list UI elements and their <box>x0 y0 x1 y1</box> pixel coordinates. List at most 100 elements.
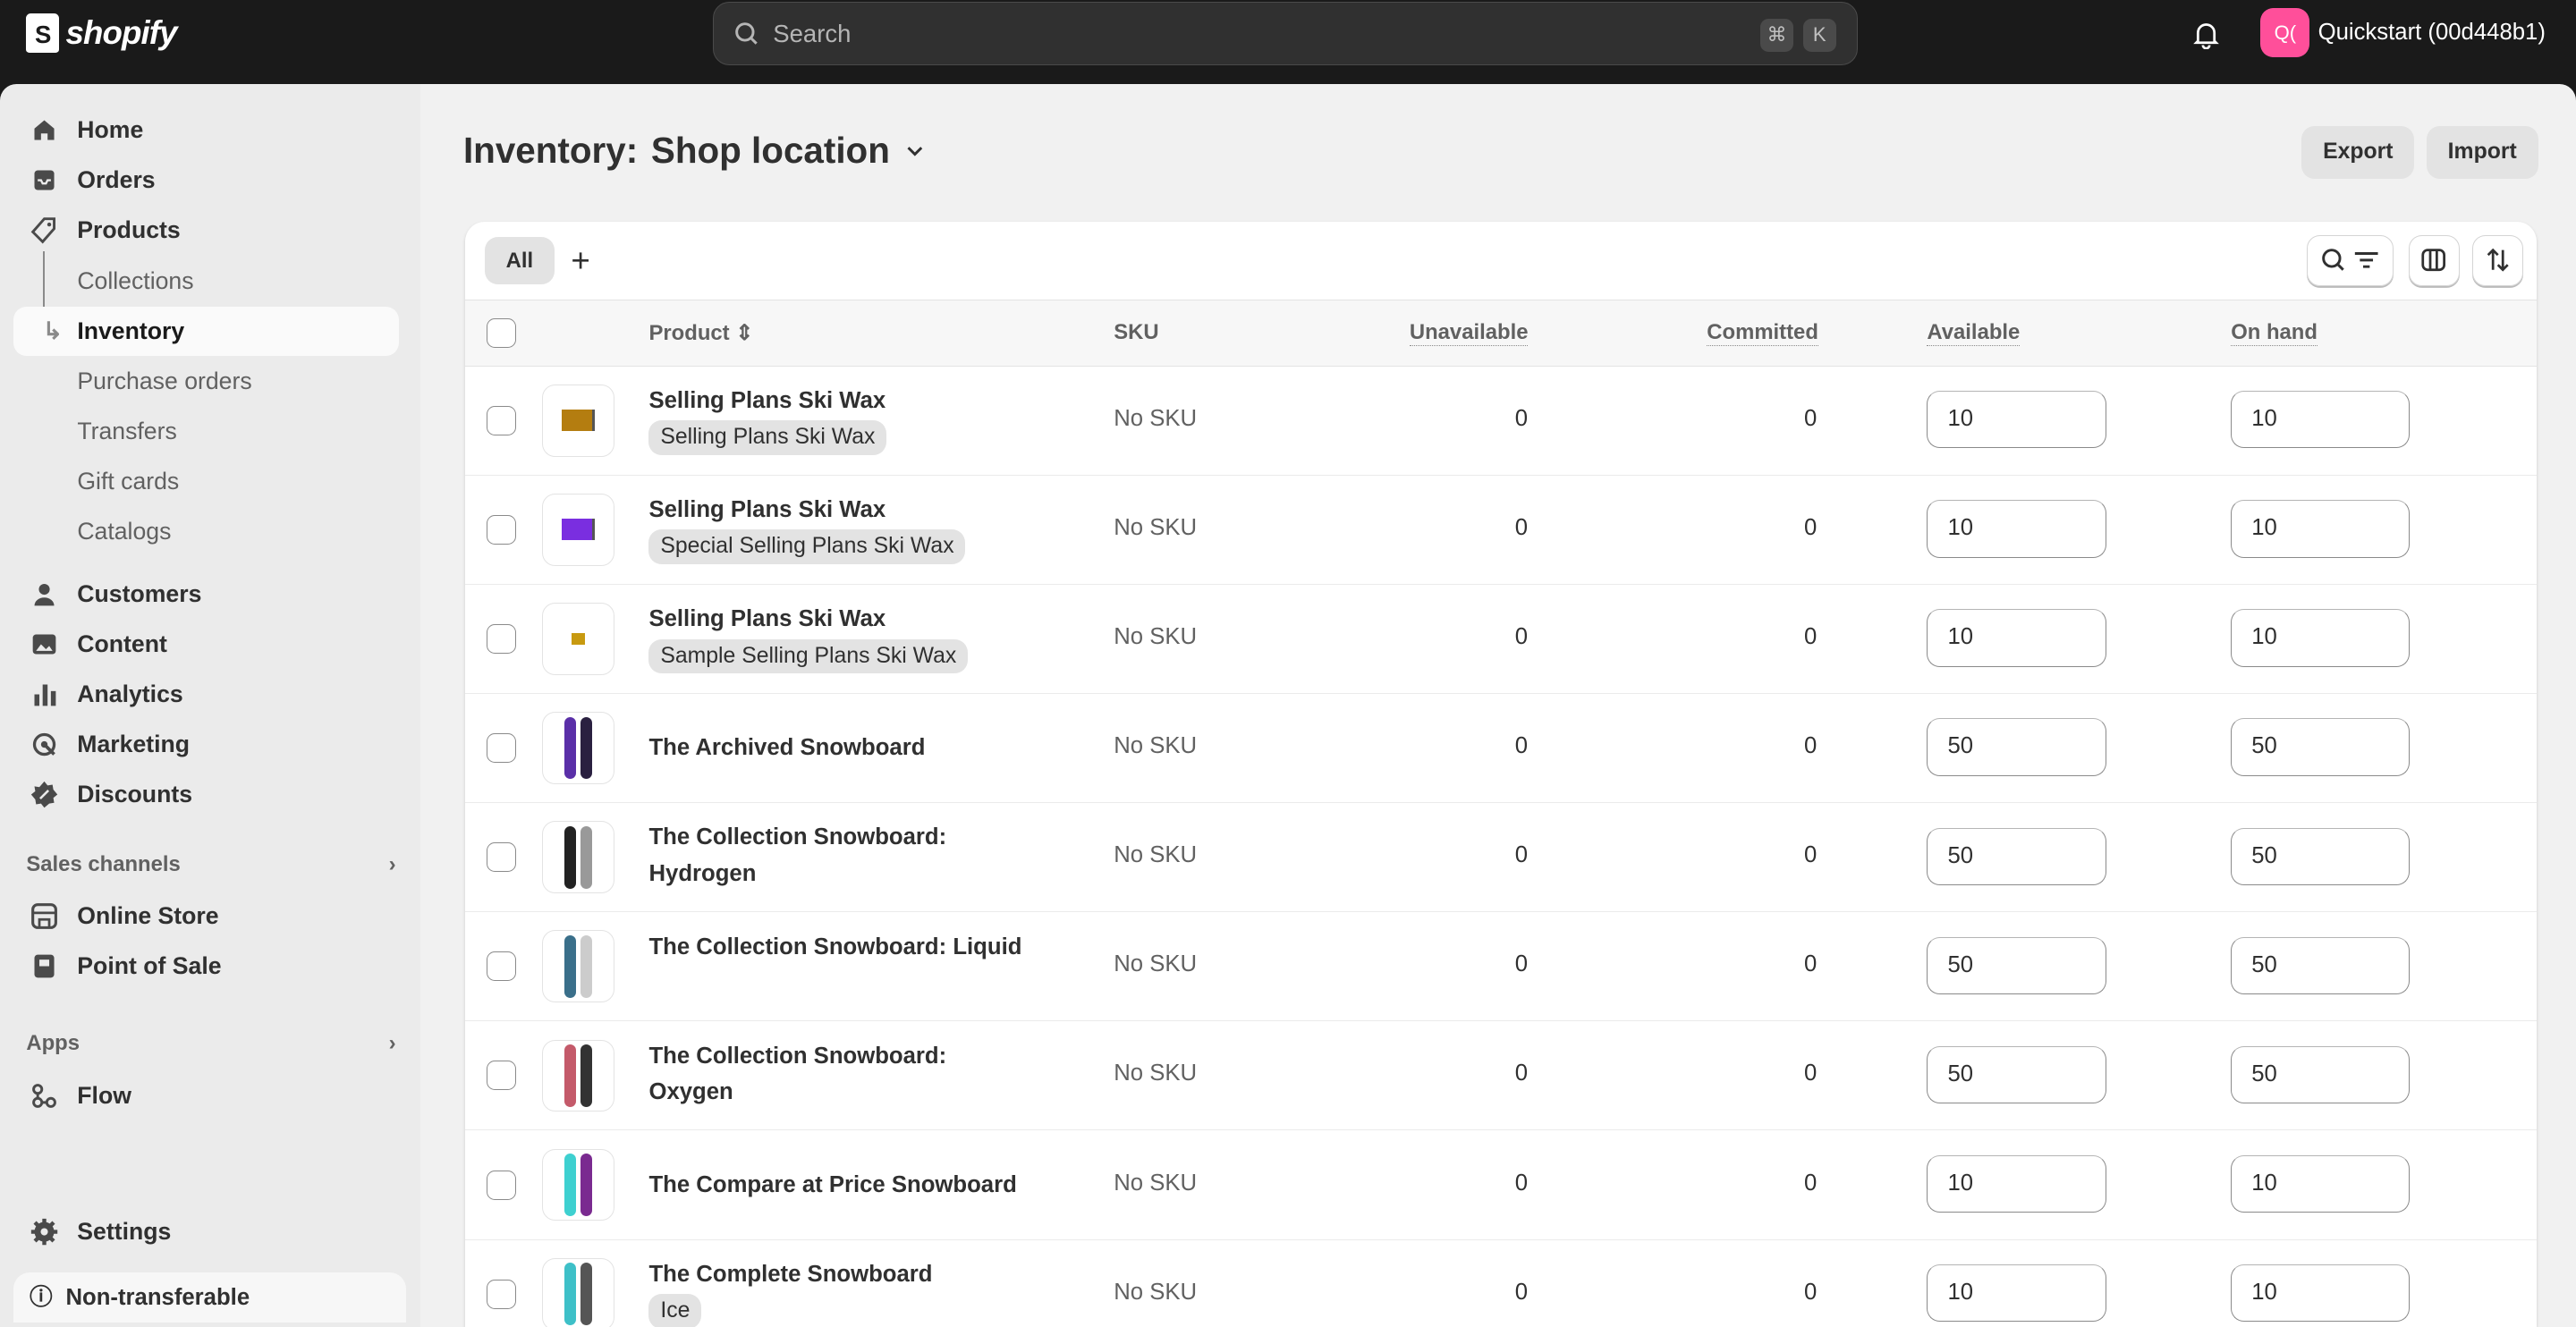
row-checkbox[interactable] <box>486 1170 516 1200</box>
available-input[interactable]: 10 <box>1927 609 2106 667</box>
row-checkbox[interactable] <box>486 733 516 764</box>
product-thumbnail <box>542 384 614 457</box>
product-name[interactable]: The Complete Snowboard Ice <box>648 1256 1026 1327</box>
sku-value: No SKU <box>1114 514 1198 540</box>
on-hand-input[interactable]: 50 <box>2231 1045 2411 1104</box>
column-on-hand[interactable]: On hand <box>2231 320 2318 347</box>
available-input[interactable]: 10 <box>1927 1154 2106 1213</box>
sidebar-item-orders[interactable]: Orders <box>13 156 400 205</box>
column-product[interactable]: Product ⇕ <box>648 320 753 346</box>
sidebar-item-products[interactable]: Products <box>13 206 400 255</box>
apps-header[interactable]: Apps › <box>26 1031 395 1056</box>
on-hand-input[interactable]: 50 <box>2231 718 2411 776</box>
bell-icon[interactable] <box>2191 20 2221 50</box>
table-row[interactable]: The Collection Snowboard: Liquid No SKU 0 0… <box>464 912 2537 1022</box>
table-row[interactable]: The Complete Snowboard Ice No SKU 0 0 10 10 <box>465 1240 2537 1327</box>
on-hand-input[interactable]: 50 <box>2231 827 2411 885</box>
cmd-key: ⌘ <box>1760 19 1793 52</box>
product-name[interactable]: Selling Plans Ski Wax Selling Plans Ski W… <box>648 383 1026 455</box>
sidebar-item-purchase-orders[interactable]: Purchase orders <box>13 357 400 406</box>
columns-button[interactable] <box>2408 234 2460 286</box>
on-hand-input[interactable]: 10 <box>2231 609 2411 667</box>
available-input[interactable]: 50 <box>1927 936 2106 994</box>
product-name[interactable]: Selling Plans Ski Wax Special Selling Pla… <box>648 492 1026 565</box>
table-row[interactable]: The Collection Snowboard: Oxygen No SKU 0 0… <box>464 1021 2537 1131</box>
table-row[interactable]: Selling Plans Ski Wax Selling Plans Ski W… <box>464 367 2537 476</box>
sidebar-item-online-store[interactable]: Online Store <box>13 892 400 941</box>
sidebar-item-home[interactable]: Home <box>13 106 400 155</box>
chevron-right-icon: › <box>388 1031 396 1056</box>
available-input[interactable]: 10 <box>1927 1264 2106 1323</box>
on-hand-input[interactable]: 10 <box>2231 391 2411 449</box>
product-name[interactable]: The Archived Snowboard <box>648 730 1026 765</box>
available-input[interactable]: 50 <box>1927 827 2106 885</box>
sidebar-item-label: Flow <box>77 1081 131 1109</box>
available-input[interactable]: 10 <box>1927 500 2106 558</box>
search-input[interactable]: Search ⌘ K <box>713 1 1859 66</box>
import-button[interactable]: Import <box>2426 126 2538 180</box>
committed-value: 0 <box>1804 1279 1818 1305</box>
page-title: Inventory: Shop location <box>463 130 926 172</box>
row-checkbox[interactable] <box>486 1061 516 1091</box>
sidebar-item-marketing[interactable]: Marketing <box>13 720 400 769</box>
sidebar-item-discounts[interactable]: Discounts <box>13 770 400 819</box>
sidebar-item-customers[interactable]: Customers <box>13 570 400 619</box>
sort-button[interactable] <box>2472 234 2524 286</box>
store-name[interactable]: Quickstart (00d448b1) <box>2318 20 2546 46</box>
row-checkbox[interactable] <box>486 623 516 654</box>
table-row[interactable]: Selling Plans Ski Wax Sample Selling Plan… <box>464 585 2537 694</box>
sidebar-item-transfers[interactable]: Transfers <box>13 407 400 456</box>
on-hand-input[interactable]: 10 <box>2231 500 2411 558</box>
sidebar-item-point-of-sale[interactable]: Point of Sale <box>13 942 400 991</box>
sidebar-item-gift-cards[interactable]: Gift cards <box>13 457 400 506</box>
column-available[interactable]: Available <box>1927 320 2021 347</box>
shopify-logo[interactable]: Sshopify <box>26 13 177 53</box>
row-checkbox[interactable] <box>486 842 516 873</box>
table-row[interactable]: The Compare at Price Snowboard No SKU 0 0 10… <box>464 1130 2537 1240</box>
add-view-button[interactable]: + <box>571 242 589 280</box>
column-unavailable[interactable]: Unavailable <box>1409 320 1529 347</box>
product-name[interactable]: The Compare at Price Snowboard <box>648 1167 1026 1203</box>
sales-channels-header[interactable]: Sales channels › <box>26 852 395 877</box>
table-row[interactable]: The Archived Snowboard No SKU 0 0 50 50 <box>464 694 2537 804</box>
sidebar-item-label: Purchase orders <box>77 367 252 394</box>
select-all-checkbox[interactable] <box>486 318 516 349</box>
table-row[interactable]: The Collection Snowboard: Hydrogen No SKU… <box>464 803 2537 913</box>
on-hand-input[interactable]: 50 <box>2231 936 2411 994</box>
row-checkbox[interactable] <box>486 1279 516 1309</box>
sidebar-item-content[interactable]: Content <box>13 620 400 669</box>
committed-value: 0 <box>1804 514 1818 540</box>
export-button[interactable]: Export <box>2301 126 2415 180</box>
sidebar-item-label: Gift cards <box>77 467 180 494</box>
search-filter-button[interactable] <box>2306 234 2394 286</box>
row-checkbox[interactable] <box>486 405 516 435</box>
discount-icon <box>30 782 58 808</box>
location-selector[interactable]: Shop location <box>651 130 890 172</box>
column-committed[interactable]: Committed <box>1707 320 1818 347</box>
sidebar-item-settings[interactable]: Settings <box>13 1207 400 1256</box>
on-hand-input[interactable]: 10 <box>2231 1264 2411 1323</box>
avatar[interactable]: Q( <box>2260 8 2310 58</box>
sku-value: No SKU <box>1114 1279 1198 1305</box>
sidebar-item-inventory[interactable]: ↳ Inventory <box>13 306 400 356</box>
product-name[interactable]: The Collection Snowboard: Oxygen <box>648 1038 1026 1111</box>
row-checkbox[interactable] <box>486 951 516 982</box>
notice-banner[interactable]: ⓘ Non-transferable <box>13 1272 406 1323</box>
product-name[interactable]: The Collection Snowboard: Hydrogen <box>648 819 1026 892</box>
table-row[interactable]: Selling Plans Ski Wax Special Selling Pla… <box>464 476 2537 585</box>
available-input[interactable]: 50 <box>1927 718 2106 776</box>
sidebar-item-flow[interactable]: Flow <box>13 1071 400 1120</box>
sidebar-item-catalogs[interactable]: Catalogs <box>13 507 400 556</box>
chevron-down-icon[interactable] <box>903 139 927 163</box>
row-checkbox[interactable] <box>486 514 516 545</box>
product-name[interactable]: Selling Plans Ski Wax Sample Selling Plan… <box>648 601 1026 674</box>
product-name[interactable]: The Collection Snowboard: Liquid <box>648 929 1026 965</box>
sidebar-item-collections[interactable]: Collections <box>13 257 400 306</box>
on-hand-input[interactable]: 10 <box>2231 1154 2411 1213</box>
available-input[interactable]: 50 <box>1927 1045 2106 1104</box>
sidebar-item-analytics[interactable]: Analytics <box>13 670 400 719</box>
unavailable-value: 0 <box>1514 951 1529 977</box>
product-thumbnail <box>542 930 614 1003</box>
tab-all[interactable]: All <box>484 236 555 285</box>
available-input[interactable]: 10 <box>1927 391 2106 449</box>
